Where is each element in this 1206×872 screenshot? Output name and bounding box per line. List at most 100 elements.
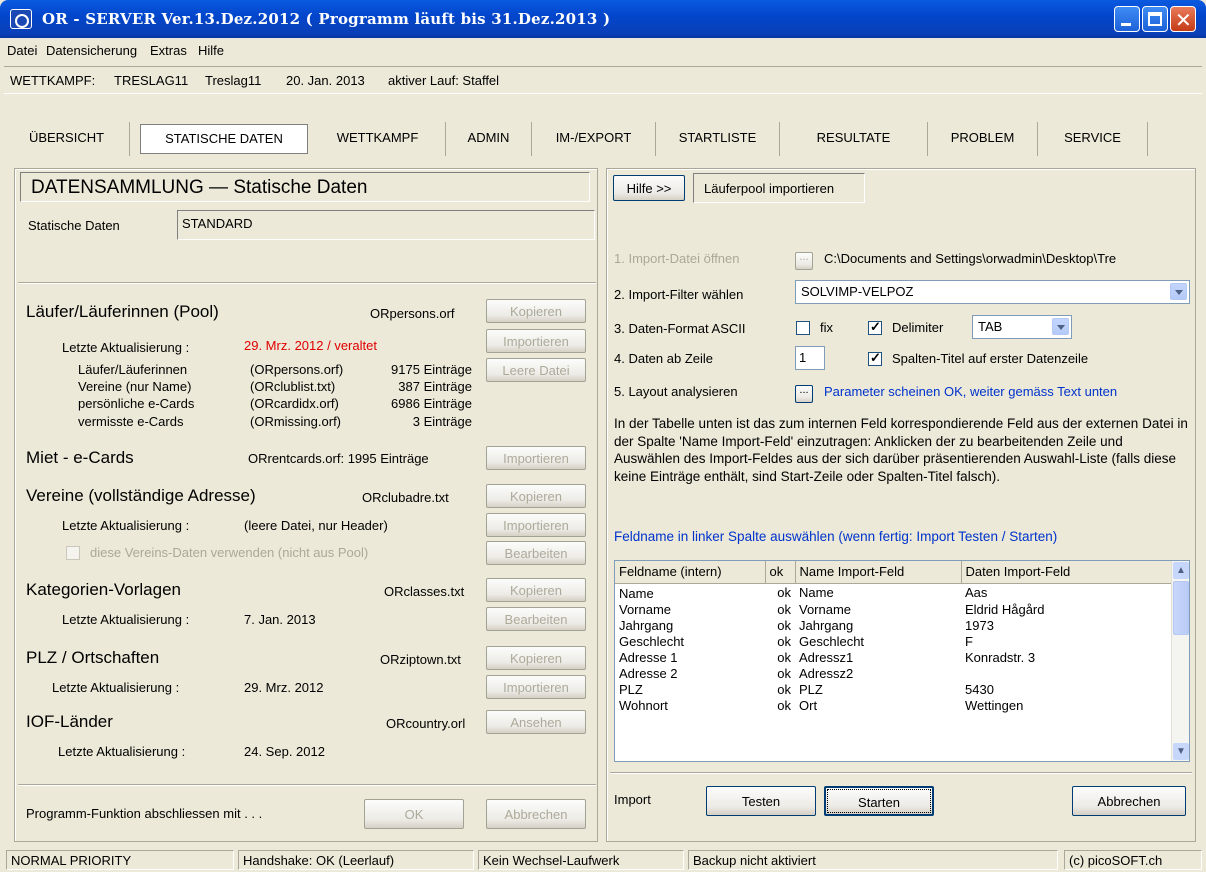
tab-wettkampf[interactable]: WETTKAMPF <box>310 122 446 156</box>
import-filter-select[interactable]: SOLVIMP-VELPOZ <box>795 280 1190 304</box>
fix-format-label: fix <box>820 320 833 335</box>
tab-problem[interactable]: PROBLEM <box>928 122 1038 156</box>
cell-ok: ok <box>777 681 791 697</box>
analyze-layout-button[interactable]: ... <box>795 385 813 403</box>
scroll-down-icon[interactable]: ▼ <box>1173 743 1189 760</box>
cell-ok: ok <box>777 633 791 649</box>
status-handshake: Handshake: OK (Leerlauf) <box>238 850 474 870</box>
classes-title: Kategorien-Vorlagen <box>26 580 182 599</box>
chevron-down-icon <box>1052 318 1069 335</box>
active-run: aktiver Lauf: Staffel <box>388 73 500 88</box>
classes-copy-button[interactable]: Kopieren <box>486 578 586 602</box>
cell-internal-field: Adresse 1 <box>619 649 678 665</box>
checkmark-icon: ✓ <box>870 319 881 334</box>
step2-label: 2. Import-Filter wählen <box>614 287 744 302</box>
classes-edit-button[interactable]: Bearbeiten <box>486 607 586 631</box>
cell-import-data <box>961 666 1171 682</box>
cell-import-data: Eldrid Hågård <box>965 601 1045 617</box>
clubs-title: Vereine (vollständige Adresse) <box>26 486 256 505</box>
main-tabs: ÜBERSICHT STATISCHE DATEN WETTKAMPF ADMI… <box>4 96 1202 160</box>
clubs-copy-button[interactable]: Kopieren <box>486 484 586 508</box>
classes-update-value: 7. Jan. 2013 <box>244 612 316 627</box>
menu-extras[interactable]: Extras <box>150 43 187 58</box>
tab-statische-daten[interactable]: STATISCHE DATEN <box>140 124 308 154</box>
iof-update-value: 24. Sep. 2012 <box>244 744 325 759</box>
delimiter-select[interactable]: TAB <box>972 315 1072 339</box>
static-data-field: STANDARD <box>177 210 595 240</box>
zip-copy-button[interactable]: Kopieren <box>486 646 586 670</box>
tab-resultate[interactable]: RESULTATE <box>780 122 928 156</box>
menu-datensicherung[interactable]: Datensicherung <box>46 43 137 58</box>
pool-copy-button[interactable]: Kopieren <box>486 299 586 323</box>
import-instructions: In der Tabelle unten ist das zum interne… <box>614 416 1188 484</box>
pool-update-label: Letzte Aktualisierung : <box>62 340 190 355</box>
status-backup: Backup nicht aktiviert <box>688 850 1058 870</box>
competition-name: Treslag11 <box>205 73 262 88</box>
minimize-button[interactable] <box>1114 6 1140 32</box>
cell-ok: ok <box>777 601 791 617</box>
delimiter-checkbox[interactable]: ✓ <box>868 319 882 335</box>
tab-uebersicht[interactable]: ÜBERSICHT <box>4 122 130 156</box>
step5-label: 5. Layout analysieren <box>614 384 738 399</box>
clubs-import-button[interactable]: Importieren <box>486 513 586 537</box>
delimiter-value: TAB <box>978 319 1003 334</box>
pool-empty-file-button[interactable]: Leere Datei <box>486 358 586 382</box>
iof-view-button[interactable]: Ansehen <box>486 710 586 734</box>
table-row[interactable]: Wohnort ok Ort Wettingen <box>615 698 1171 714</box>
maximize-button[interactable] <box>1142 6 1168 32</box>
test-import-button[interactable]: Testen <box>706 786 816 816</box>
classes-file: ORclasses.txt <box>384 584 465 599</box>
header-row-checkbox[interactable]: ✓ <box>868 350 882 366</box>
static-data-label: Statische Daten <box>28 218 120 233</box>
cell-import-data: Aas <box>965 584 988 600</box>
zip-import-button[interactable]: Importieren <box>486 675 586 699</box>
left-cancel-button[interactable]: Abbrechen <box>486 799 586 829</box>
column-header[interactable]: Feldname (intern) <box>615 561 766 584</box>
field-mapping-table: Feldname (intern) ok Name Import-Feld Da… <box>614 560 1190 762</box>
tab-service[interactable]: SERVICE <box>1038 122 1148 156</box>
right-cancel-button[interactable]: Abbrechen <box>1072 786 1186 816</box>
table-row[interactable]: Name ok Name Aas <box>615 583 1171 602</box>
close-icon: ✕ <box>1175 8 1192 32</box>
pool-stat-count: 9175 Einträge <box>391 362 472 377</box>
column-header[interactable]: ok <box>765 561 796 584</box>
open-file-button[interactable]: ... <box>795 252 813 270</box>
pool-stat-count: 3 Einträge <box>412 414 472 429</box>
tab-startliste[interactable]: STARTLISTE <box>656 122 780 156</box>
pool-import-button[interactable]: Importieren <box>486 329 586 353</box>
start-import-button[interactable]: Starten <box>824 786 934 816</box>
title-bar[interactable]: OR - SERVER Ver.13.Dez.2012 ( Programm l… <box>0 0 1206 38</box>
pool-stat-count: 6986 Einträge <box>391 396 472 411</box>
maximize-icon <box>1148 12 1162 26</box>
cell-import-data: 1973 <box>965 617 994 633</box>
cell-import-field: Geschlecht <box>799 633 865 649</box>
table-row[interactable]: PLZ ok PLZ 5430 <box>615 682 1171 698</box>
cell-import-field: PLZ <box>799 681 823 697</box>
menu-hilfe[interactable]: Hilfe <box>198 43 224 58</box>
use-club-data-checkbox[interactable] <box>66 546 80 560</box>
table-row[interactable]: Adresse 1 ok Adressz1 Konradstr. 3 <box>615 650 1171 666</box>
tab-im-export[interactable]: IM-/EXPORT <box>532 122 656 156</box>
table-row[interactable]: Vorname ok Vorname Eldrid Hågård <box>615 602 1171 618</box>
cell-internal-field: Vorname <box>619 601 672 617</box>
fix-format-checkbox[interactable] <box>796 321 810 335</box>
help-button[interactable]: Hilfe >> <box>613 175 685 201</box>
column-header[interactable]: Name Import-Feld <box>795 561 962 584</box>
use-club-data-label: diese Vereins-Daten verwenden (nicht aus… <box>90 545 369 560</box>
rent-import-button[interactable]: Importieren <box>486 446 586 470</box>
menu-datei[interactable]: Datei <box>7 43 37 58</box>
clubs-edit-button[interactable]: Bearbeiten <box>486 541 586 565</box>
start-row-input[interactable]: 1 <box>795 346 825 370</box>
column-header[interactable]: Daten Import-Feld <box>961 561 1171 584</box>
scroll-up-icon[interactable]: ▲ <box>1173 562 1189 579</box>
step1-label: 1. Import-Datei öffnen <box>614 251 740 266</box>
tab-admin[interactable]: ADMIN <box>446 122 532 156</box>
ok-button[interactable]: OK <box>364 799 464 829</box>
table-row[interactable]: Jahrgang ok Jahrgang 1973 <box>615 618 1171 634</box>
table-row[interactable]: Adresse 2 ok Adressz2 <box>615 666 1171 682</box>
close-button[interactable]: ✕ <box>1170 6 1196 32</box>
scroll-thumb[interactable] <box>1173 581 1189 635</box>
table-scrollbar[interactable]: ▲ ▼ <box>1171 561 1189 761</box>
competition-code: TRESLAG11 <box>114 73 189 88</box>
table-row[interactable]: Geschlecht ok Geschlecht F <box>615 634 1171 650</box>
